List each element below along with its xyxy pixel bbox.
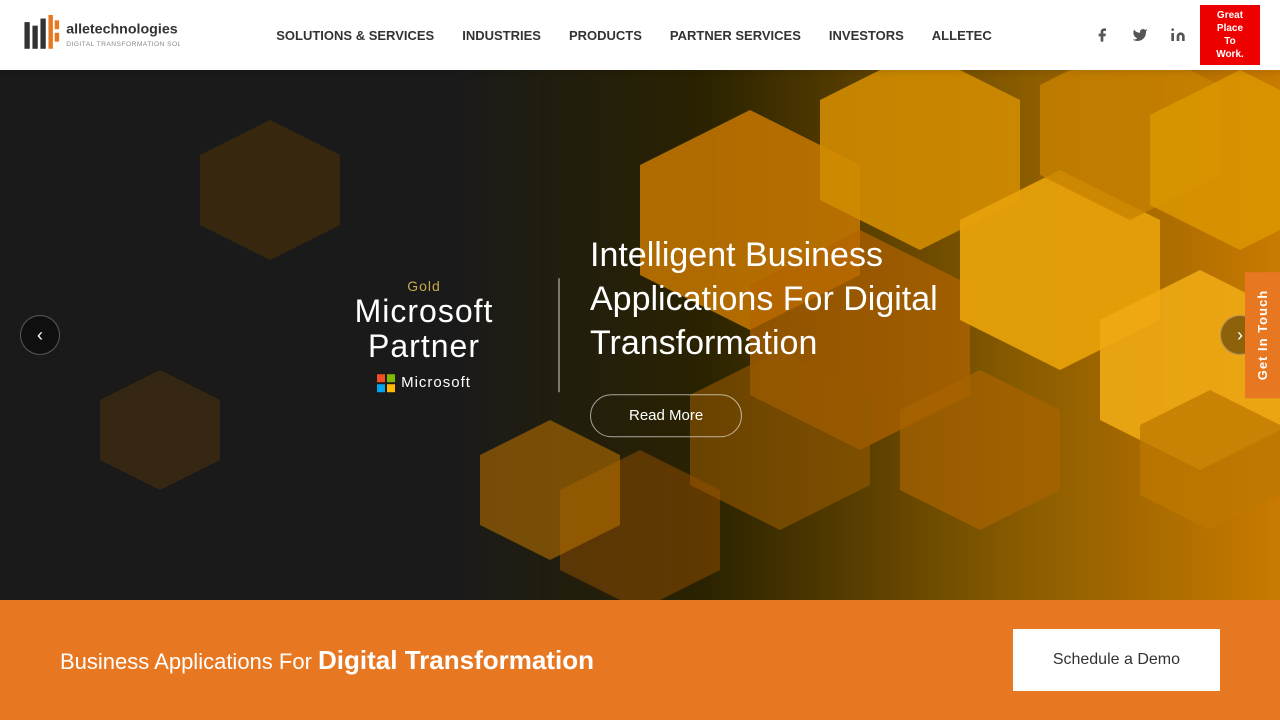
get-in-touch-button[interactable]: Get In Touch bbox=[1245, 272, 1280, 398]
social-icons bbox=[1088, 21, 1192, 49]
nav-industries[interactable]: INDUSTRIES bbox=[462, 28, 541, 43]
hero-tagline: Intelligent Business Applications For Di… bbox=[560, 233, 960, 437]
nav-investors[interactable]: INVESTORS bbox=[829, 28, 904, 43]
hero-section: ‹ Gold Microsoft Partner Microsoft Intel… bbox=[0, 70, 1280, 600]
nav-alletec[interactable]: ALLETEC bbox=[932, 28, 992, 43]
ms-logo: Microsoft bbox=[320, 374, 528, 392]
bottom-text-bold: Digital Transformation bbox=[318, 645, 594, 675]
main-nav: SOLUTIONS & SERVICES INDUSTRIES PRODUCTS… bbox=[276, 28, 992, 43]
hero-content: Gold Microsoft Partner Microsoft Intelli… bbox=[320, 233, 960, 437]
schedule-demo-button[interactable]: Schedule a Demo bbox=[1013, 629, 1220, 691]
logo-area: alletechnologies DIGITAL TRANSFORMATION … bbox=[20, 10, 180, 60]
nav-partner-services[interactable]: PARTNER SERVICES bbox=[670, 28, 801, 43]
nav-products[interactable]: PRODUCTS bbox=[569, 28, 642, 43]
ms-partner-block: Gold Microsoft Partner Microsoft bbox=[320, 278, 560, 392]
ms-partner-text: Microsoft Partner bbox=[320, 294, 528, 364]
bottom-text: Business Applications For Digital Transf… bbox=[60, 645, 594, 676]
facebook-icon[interactable] bbox=[1088, 21, 1116, 49]
great-place-to-work-badge: Great Place To Work. bbox=[1200, 5, 1260, 65]
prev-arrow[interactable]: ‹ bbox=[20, 315, 60, 355]
bottom-text-normal: Business Applications For bbox=[60, 649, 318, 674]
svg-text:DIGITAL TRANSFORMATION SOLUTIO: DIGITAL TRANSFORMATION SOLUTIONS bbox=[66, 41, 180, 48]
ms-logo-text: Microsoft bbox=[401, 375, 471, 392]
ms-flag-icon bbox=[377, 374, 395, 392]
nav-solutions-services[interactable]: SOLUTIONS & SERVICES bbox=[276, 28, 434, 43]
read-more-button[interactable]: Read More bbox=[590, 394, 742, 437]
main-header: alletechnologies DIGITAL TRANSFORMATION … bbox=[0, 0, 1280, 70]
twitter-icon[interactable] bbox=[1126, 21, 1154, 49]
svg-text:alletechnologies: alletechnologies bbox=[66, 22, 178, 38]
hero-tagline-text: Intelligent Business Applications For Di… bbox=[590, 233, 960, 366]
gold-label: Gold bbox=[320, 278, 528, 294]
company-logo: alletechnologies DIGITAL TRANSFORMATION … bbox=[20, 10, 180, 60]
linkedin-icon[interactable] bbox=[1164, 21, 1192, 49]
bottom-cta-bar: Business Applications For Digital Transf… bbox=[0, 600, 1280, 720]
